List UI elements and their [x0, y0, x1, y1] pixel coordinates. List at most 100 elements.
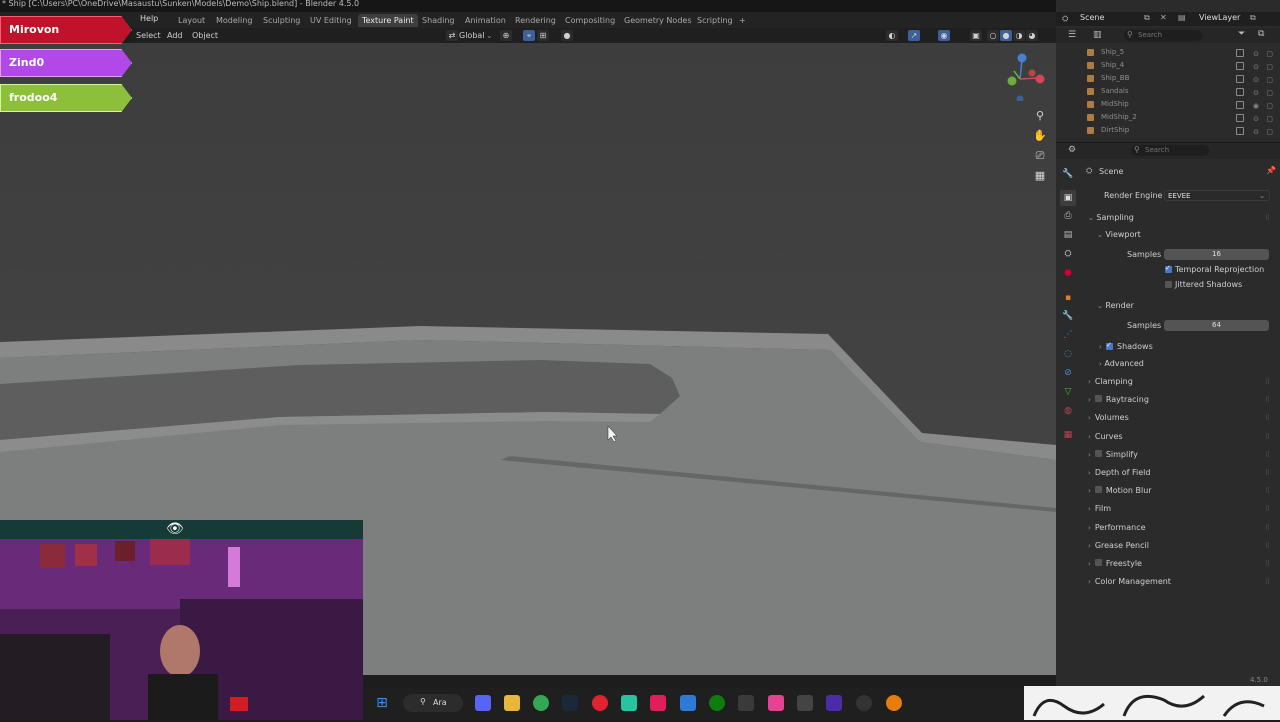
chrome-icon[interactable]	[533, 695, 549, 711]
xray-icon[interactable]: ▣	[970, 30, 982, 41]
new-view-layer-icon[interactable]: ⧉	[1250, 13, 1256, 23]
camera-icon[interactable]: ⊙	[1253, 126, 1259, 139]
drag-handle[interactable]: ⠿	[1265, 469, 1270, 477]
drag-handle[interactable]: ⠿	[1265, 524, 1270, 532]
tab-animation[interactable]: Animation	[461, 14, 510, 27]
panel-simplify[interactable]: › Simplify	[1088, 449, 1138, 459]
render-samples-field[interactable]: 64	[1164, 320, 1269, 331]
tab-geometry-nodes[interactable]: Geometry Nodes	[620, 14, 695, 27]
shadows-subpanel[interactable]: ›	[1099, 342, 1102, 351]
exclude-checkbox[interactable]	[1236, 101, 1244, 109]
app-icon[interactable]	[621, 695, 637, 711]
outliner-row[interactable]: Ship_5 ⊙ ▢	[1083, 46, 1275, 59]
tab-layout[interactable]: Layout	[174, 14, 209, 27]
rendered-shading-icon[interactable]: ◕	[1026, 30, 1038, 41]
outliner-row[interactable]: MidShip_2 ⊙ ▢	[1083, 111, 1275, 124]
gizmo-toggle-icon[interactable]: ↗	[908, 30, 920, 41]
folder-icon[interactable]	[504, 695, 520, 711]
panel-volumes[interactable]: › Volumes	[1088, 413, 1129, 422]
drag-handle[interactable]: ⠿	[1265, 542, 1270, 550]
taskbar-search[interactable]: ⚲ Ara	[403, 694, 463, 712]
outliner-row[interactable]: Ship_4 ⊙ ▢	[1083, 59, 1275, 72]
exclude-checkbox[interactable]	[1236, 114, 1244, 122]
panel-performance[interactable]: › Performance	[1088, 523, 1146, 532]
panel-clamping[interactable]: › Clamping	[1088, 377, 1133, 386]
discord-icon[interactable]	[475, 695, 491, 711]
zoom-icon[interactable]: ⚲	[1033, 109, 1047, 123]
app-icon[interactable]	[768, 695, 784, 711]
panel-freestyle[interactable]: › Freestyle	[1088, 559, 1142, 568]
pin-icon[interactable]: 📌	[1266, 166, 1276, 175]
world-tab-icon[interactable]: ●	[1060, 265, 1076, 281]
tab-compositing[interactable]: Compositing	[561, 14, 619, 27]
tab-modeling[interactable]: Modeling	[212, 14, 256, 27]
drag-handle[interactable]: ⠿	[1265, 378, 1270, 386]
drag-handle[interactable]: ⠿	[1265, 214, 1270, 222]
modifier-tab-icon[interactable]: 🔧	[1060, 308, 1076, 324]
panel-raytracing[interactable]: › Raytracing	[1088, 395, 1149, 404]
data-tab-icon[interactable]: ▽	[1060, 384, 1076, 400]
unity-icon[interactable]	[797, 695, 813, 711]
wireframe-shading-icon[interactable]: ○	[987, 30, 999, 41]
shadows-checkbox[interactable]	[1106, 341, 1113, 350]
render-tab-icon[interactable]: ▣	[1060, 190, 1076, 206]
drag-handle[interactable]: ⠿	[1265, 451, 1270, 459]
chatgpt-icon[interactable]	[856, 695, 872, 711]
drag-handle[interactable]: ⠿	[1265, 414, 1270, 422]
close-icon[interactable]: ✕	[1160, 13, 1167, 22]
visibility-icon[interactable]: ◐	[886, 30, 898, 41]
tab-rendering[interactable]: Rendering	[511, 14, 560, 27]
panel-enable-checkbox[interactable]	[1094, 559, 1102, 566]
overlays-icon[interactable]: ◉	[938, 30, 950, 41]
new-scene-icon[interactable]: ⧉	[1144, 13, 1150, 23]
proportional-edit-icon[interactable]: ●	[561, 30, 573, 41]
drag-handle[interactable]: ⠿	[1265, 505, 1270, 513]
help-menu[interactable]: Help	[140, 14, 158, 23]
outliner-row[interactable]: Ship_BB ⊙ ▢	[1083, 72, 1275, 85]
navigation-gizmo[interactable]	[998, 51, 1048, 101]
object-menu[interactable]: Object	[192, 31, 218, 40]
xbox-icon[interactable]	[709, 695, 725, 711]
render-toggle-icon[interactable]: ▢	[1266, 126, 1273, 139]
panel-film[interactable]: › Film	[1088, 504, 1111, 513]
outliner-row[interactable]: MidShip ◉ ▢	[1083, 98, 1275, 111]
viewport-subpanel[interactable]: ⌄ Viewport	[1097, 230, 1141, 239]
viewport-samples-field[interactable]: 16	[1164, 249, 1269, 260]
tab-uv-editing[interactable]: UV Editing	[306, 14, 356, 27]
object-tab-icon[interactable]: ▪	[1060, 290, 1076, 306]
outliner-row[interactable]: DirtShip ⊙ ▢	[1083, 124, 1275, 137]
drag-handle[interactable]: ⠿	[1265, 396, 1270, 404]
outliner-row[interactable]: Sandals ⊙ ▢	[1083, 85, 1275, 98]
sampling-panel[interactable]: ⌄ Sampling	[1088, 213, 1134, 222]
drag-handle[interactable]: ⠿	[1265, 578, 1270, 586]
orientation-icon[interactable]: ⇄	[446, 30, 458, 41]
outliner-editor-icon[interactable]: ☰	[1068, 30, 1076, 40]
panel-depth-of-field[interactable]: › Depth of Field	[1088, 468, 1150, 477]
blender-icon[interactable]	[886, 695, 902, 711]
tab-scripting[interactable]: Scripting	[693, 14, 737, 27]
panel-curves[interactable]: › Curves	[1088, 432, 1123, 441]
pan-hand-icon[interactable]: ✋	[1033, 129, 1047, 143]
snap-icon[interactable]: ⌖	[523, 30, 535, 41]
view-layer-tab-icon[interactable]: ▤	[1060, 227, 1076, 243]
constraints-tab-icon[interactable]: ⊘	[1060, 365, 1076, 381]
jittered-shadows-checkbox[interactable]	[1165, 281, 1172, 288]
display-mode-icon[interactable]: ▥	[1093, 30, 1102, 40]
panel-enable-checkbox[interactable]	[1094, 486, 1102, 494]
solid-shading-icon[interactable]: ●	[1000, 30, 1012, 41]
tool-tab-icon[interactable]: 🔧	[1060, 166, 1076, 182]
panel-color-management[interactable]: › Color Management	[1088, 577, 1171, 586]
select-menu[interactable]: Select	[136, 31, 161, 40]
material-tab-icon[interactable]: ◍	[1060, 403, 1076, 419]
steam-icon[interactable]	[562, 695, 578, 711]
add-menu[interactable]: Add	[167, 31, 183, 40]
scene-selector[interactable]: Scene	[1080, 13, 1104, 22]
transform-orientation-dropdown[interactable]: Global	[459, 31, 485, 40]
physics-tab-icon[interactable]: ◌	[1060, 346, 1076, 362]
windows-start-icon[interactable]: ⊞	[374, 695, 390, 711]
camera-view-icon[interactable]: ⎚	[1033, 149, 1047, 163]
texture-tab-icon[interactable]: ▦	[1060, 427, 1076, 443]
filter-icon[interactable]: ⏷	[1238, 29, 1245, 39]
scene-tab-icon[interactable]: ⛭	[1060, 246, 1076, 262]
app-icon[interactable]	[738, 695, 754, 711]
